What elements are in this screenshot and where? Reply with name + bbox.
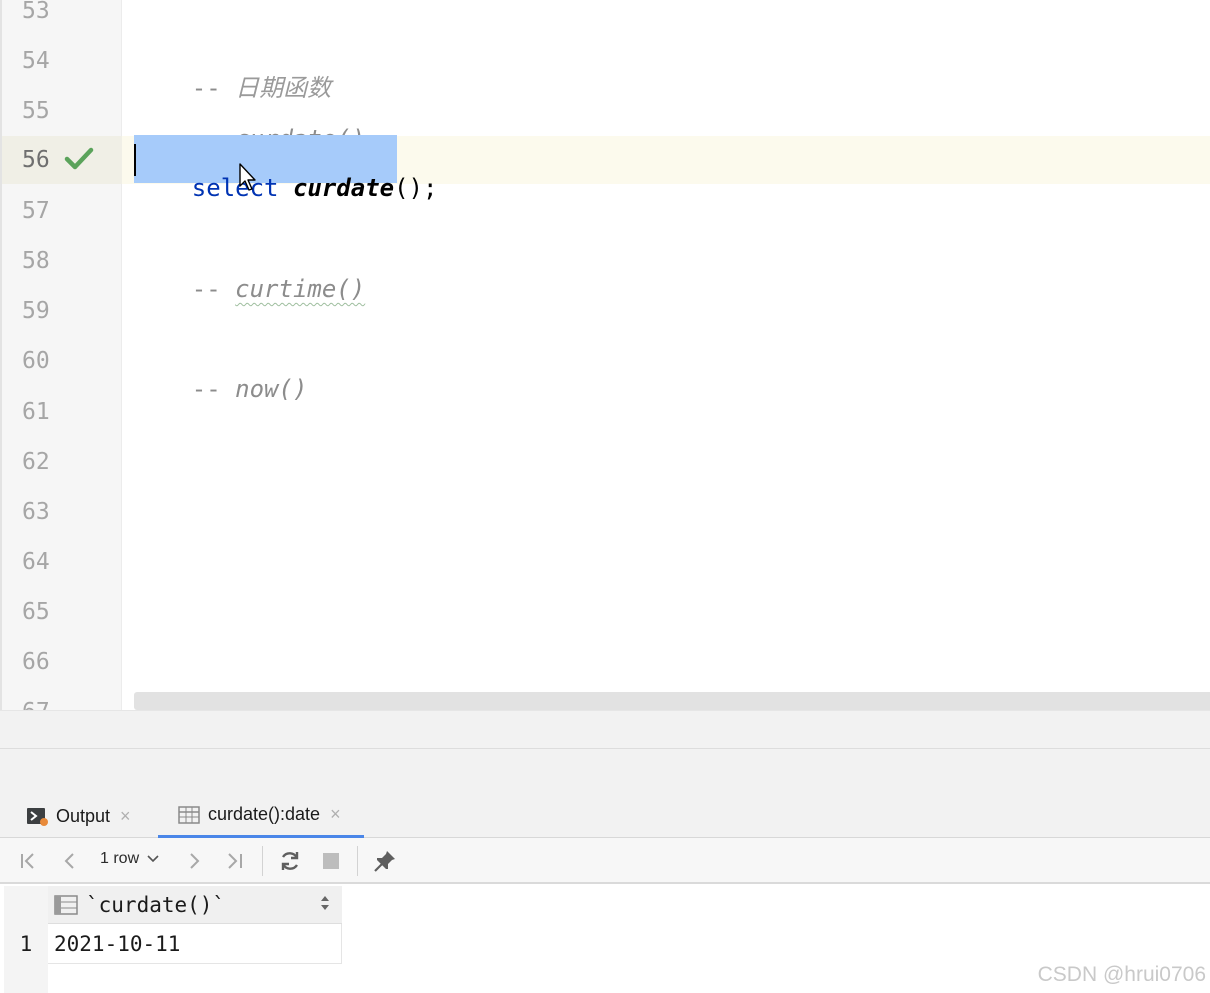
close-icon[interactable]: × (330, 804, 341, 825)
mouse-pointer-icon (239, 163, 256, 191)
keyword-select: select (191, 174, 279, 202)
row-number: 1 (19, 932, 33, 956)
comment-text: now() (235, 375, 308, 403)
line-number: 54 (22, 48, 50, 74)
refresh-icon[interactable] (276, 848, 304, 874)
sort-icon[interactable] (320, 895, 330, 911)
line-number: 60 (22, 348, 50, 374)
tab-output[interactable]: Output × (26, 794, 154, 838)
table-icon (178, 805, 200, 824)
line-number: 61 (22, 399, 50, 425)
column-header[interactable]: `curdate()` (48, 886, 342, 924)
first-page-icon[interactable] (16, 848, 40, 874)
toolbar-separator (357, 846, 358, 876)
line-number: 58 (22, 248, 50, 274)
tab-curdate-result[interactable]: curdate():date × (158, 794, 364, 838)
panel-separator[interactable] (0, 710, 1210, 794)
line-number: 66 (22, 649, 50, 675)
close-icon[interactable]: × (120, 806, 131, 827)
line-number: 64 (22, 549, 50, 575)
next-page-icon[interactable] (182, 848, 206, 874)
code-line-56[interactable]: select curdate(); (134, 146, 438, 230)
divider (0, 748, 1210, 749)
code-editor[interactable]: 53 54 55 56 57 58 59 60 61 62 63 64 65 6… (0, 0, 1210, 710)
line-number: 57 (22, 198, 50, 224)
last-page-icon[interactable] (222, 848, 248, 874)
tab-bar: Output × curdate():date × (0, 794, 1210, 838)
horizontal-scrollbar[interactable] (134, 692, 1210, 710)
column-name: `curdate()` (86, 892, 226, 917)
tab-label: Output (56, 805, 111, 826)
line-number: 59 (22, 298, 50, 324)
stop-icon[interactable] (318, 848, 344, 874)
line-number: 55 (22, 98, 50, 124)
row-count-selector[interactable]: 1 row (100, 850, 161, 868)
code-line-60: -- now() (191, 375, 308, 403)
result-grid[interactable]: `curdate()` 1 2021-10-11 (0, 886, 1210, 993)
chevron-down-icon (147, 855, 159, 863)
check-icon[interactable] (64, 146, 94, 172)
pin-icon[interactable] (370, 848, 400, 874)
output-icon (27, 808, 48, 826)
tab-label: curdate():date (208, 804, 321, 824)
toolbar-separator (262, 846, 263, 876)
line-number: 53 (22, 0, 50, 24)
previous-page-icon[interactable] (58, 848, 82, 874)
text-caret (134, 144, 136, 176)
line-number: 63 (22, 499, 50, 525)
line-number: 65 (22, 599, 50, 625)
result-cell[interactable]: 2021-10-11 (48, 924, 342, 964)
watermark: CSDN @hrui0706 (1037, 963, 1206, 986)
code-line-58: -- curtime() (191, 275, 366, 303)
punctuation: (); (394, 174, 438, 202)
services-panel: Output × curdate():date × 1 row `curdate… (0, 794, 1210, 993)
line-number: 62 (22, 449, 50, 475)
result-toolbar: 1 row (0, 838, 1210, 884)
row-count: 1 row (100, 850, 140, 867)
column-icon (54, 894, 78, 915)
line-number: 67 (22, 698, 62, 710)
comment-text: curtime() (235, 275, 366, 303)
line-number-current: 56 (22, 147, 50, 173)
function-name: curdate (292, 174, 395, 202)
gutter-current-line (2, 136, 122, 184)
